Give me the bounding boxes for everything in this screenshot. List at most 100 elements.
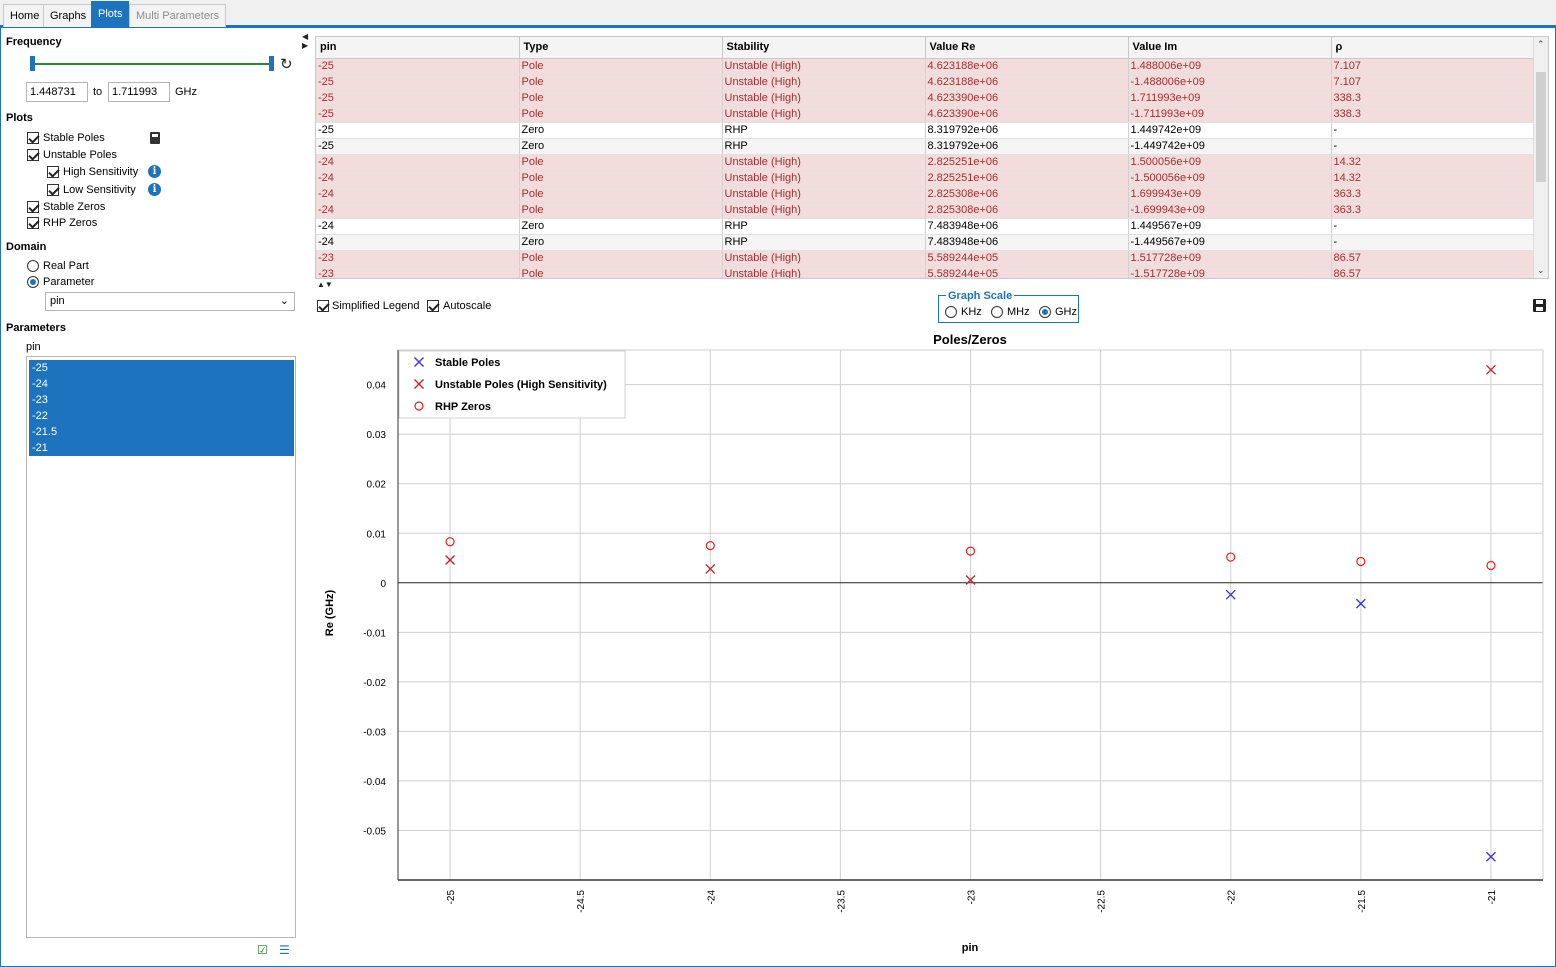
calculator-icon[interactable]	[150, 132, 160, 144]
mhz-radio[interactable]	[991, 306, 1003, 318]
table-cell: -24	[316, 154, 520, 171]
chart-legend: Stable Poles Unstable Poles (High Sensiti…	[398, 350, 626, 419]
real-part-radio[interactable]	[27, 260, 39, 272]
table-cell: -23	[316, 250, 520, 267]
frequency-unit-label: GHz	[175, 86, 197, 98]
frequency-to-input[interactable]	[108, 82, 170, 102]
scroll-thumb[interactable]	[1536, 72, 1546, 182]
table-cell: -25	[316, 74, 520, 91]
khz-radio[interactable]	[945, 306, 957, 318]
frequency-slider-min-handle[interactable]	[30, 56, 35, 71]
table-row[interactable]: -23 Pole Unstable (High) 5.589244e+05 -1.517…	[316, 266, 1536, 278]
list-item[interactable]: -21	[29, 440, 294, 456]
column-header[interactable]: Value Re	[925, 37, 1129, 59]
ghz-label: GHz	[1055, 306, 1077, 318]
table-cell: -25	[316, 90, 520, 107]
simplified-legend-checkbox[interactable]	[317, 300, 329, 312]
table-cell: -1.711993e+09	[1128, 106, 1332, 123]
resize-arrows-icon[interactable]: ▲▼	[317, 280, 333, 289]
list-item[interactable]: -23	[29, 392, 294, 408]
tab-multi-parameters[interactable]: Multi Parameters	[129, 4, 227, 27]
list-item[interactable]: -21.5	[29, 424, 294, 440]
table-cell: Zero	[519, 122, 723, 139]
column-header[interactable]: Type	[519, 37, 723, 59]
plots-title: Plots	[6, 112, 33, 124]
column-header[interactable]: pin	[316, 37, 520, 59]
chart-title: Poles/Zeros	[933, 332, 1007, 347]
info-icon[interactable]: i	[148, 183, 161, 196]
table-row[interactable]: -24 Pole Unstable (High) 2.825308e+06 1.6999…	[316, 186, 1536, 203]
table-row[interactable]: -25 Pole Unstable (High) 4.623188e+06 -1.488…	[316, 74, 1536, 91]
save-icon[interactable]	[1533, 299, 1546, 312]
tab-graphs[interactable]: Graphs	[43, 4, 94, 27]
list-item[interactable]: -25	[29, 360, 294, 376]
table-row[interactable]: -24 Zero RHP 7.483948e+06 1.449567e+09-	[316, 218, 1536, 235]
stable-poles-checkbox[interactable]	[27, 132, 39, 144]
unstable-poles-checkbox[interactable]	[27, 149, 39, 161]
collapse-panel-icon[interactable]: ◀ ▶	[302, 32, 308, 50]
stable-poles-label: Stable Poles	[43, 132, 105, 144]
low-sensitivity-label: Low Sensitivity	[63, 184, 136, 196]
column-header[interactable]: ρ	[1331, 37, 1536, 59]
rhp-zeros-checkbox[interactable]	[27, 217, 39, 229]
table-cell: Unstable (High)	[722, 250, 926, 267]
table-row[interactable]: -23 Pole Unstable (High) 5.589244e+05 1.5177…	[316, 250, 1536, 267]
table-cell: -25	[316, 106, 520, 123]
autoscale-checkbox[interactable]	[427, 300, 439, 312]
table-row[interactable]: -25 Zero RHP 8.319792e+06 1.449742e+09-	[316, 122, 1536, 139]
table-cell: Pole	[519, 74, 723, 91]
table-row[interactable]: -25 Zero RHP 8.319792e+06 -1.449742e+09-	[316, 138, 1536, 155]
scroll-up-icon[interactable]: ⌃	[1537, 39, 1545, 50]
table-cell: Pole	[519, 154, 723, 171]
table-row[interactable]: -24 Pole Unstable (High) 2.825251e+06 1.5000…	[316, 154, 1536, 171]
y-tick-label: -0.01	[363, 628, 386, 639]
low-sensitivity-checkbox[interactable]	[47, 184, 59, 196]
column-header[interactable]: Stability	[722, 37, 926, 59]
table-cell: 7.107	[1331, 58, 1536, 75]
list-item[interactable]: -24	[29, 376, 294, 392]
parameter-radio[interactable]	[27, 276, 39, 288]
table-cell: Unstable (High)	[722, 74, 926, 91]
table-cell: -24	[316, 170, 520, 187]
stable-zeros-checkbox[interactable]	[27, 201, 39, 213]
table-cell: RHP	[722, 218, 926, 235]
table-row[interactable]: -25 Pole Unstable (High) 4.623390e+06 -1.711…	[316, 106, 1536, 123]
table-cell: -1.699943e+09	[1128, 202, 1332, 219]
list-item[interactable]: -22	[29, 408, 294, 424]
check-all-icon[interactable]: ☑	[257, 944, 271, 956]
table-scrollbar[interactable]: ⌃ ⌄	[1533, 37, 1548, 278]
scroll-down-icon[interactable]: ⌄	[1537, 265, 1545, 276]
table-cell: 338.3	[1331, 106, 1536, 123]
uncheck-all-icon[interactable]: ☰	[279, 944, 293, 956]
frequency-slider-track[interactable]	[32, 63, 272, 65]
tab-home[interactable]: Home	[3, 4, 47, 27]
table-row[interactable]: -24 Zero RHP 7.483948e+06 -1.449567e+09-	[316, 234, 1536, 251]
x-tick-label: -25	[446, 890, 457, 905]
parameter-select[interactable]: pin ⌄	[45, 292, 295, 311]
info-icon[interactable]: i	[148, 165, 161, 178]
x-tick-label: -24.5	[576, 890, 587, 913]
ghz-radio[interactable]	[1039, 306, 1051, 318]
table-cell: Unstable (High)	[722, 106, 926, 123]
frequency-slider-max-handle[interactable]	[269, 56, 274, 71]
reset-icon[interactable]: ↻	[280, 57, 294, 73]
frequency-from-input[interactable]	[26, 82, 88, 102]
table-row[interactable]: -25 Pole Unstable (High) 4.623390e+06 1.7119…	[316, 90, 1536, 107]
simplified-legend-label: Simplified Legend	[332, 300, 420, 312]
x-tick-label: -22.5	[1097, 890, 1108, 913]
tab-plots[interactable]: Plots	[91, 1, 130, 27]
table-cell: 4.623390e+06	[925, 106, 1129, 123]
table-row[interactable]: -24 Pole Unstable (High) 2.825308e+06 -1.699…	[316, 202, 1536, 219]
column-header[interactable]: Value Im	[1128, 37, 1332, 59]
table-cell: 1.699943e+09	[1128, 186, 1332, 203]
table-cell: -1.500056e+09	[1128, 170, 1332, 187]
table-row[interactable]: -25 Pole Unstable (High) 4.623188e+06 1.4880…	[316, 58, 1536, 75]
table-cell: RHP	[722, 122, 926, 139]
parameters-list[interactable]: -25 -24 -23 -22 -21.5 -21	[26, 356, 296, 938]
rhp-zeros-label: RHP Zeros	[43, 217, 98, 229]
frequency-to-label: to	[93, 86, 103, 98]
high-sensitivity-checkbox[interactable]	[47, 166, 59, 178]
table-row[interactable]: -24 Pole Unstable (High) 2.825251e+06 -1.500…	[316, 170, 1536, 187]
graph-scale-title: Graph Scale	[946, 290, 1015, 302]
table-cell: 2.825308e+06	[925, 186, 1129, 203]
